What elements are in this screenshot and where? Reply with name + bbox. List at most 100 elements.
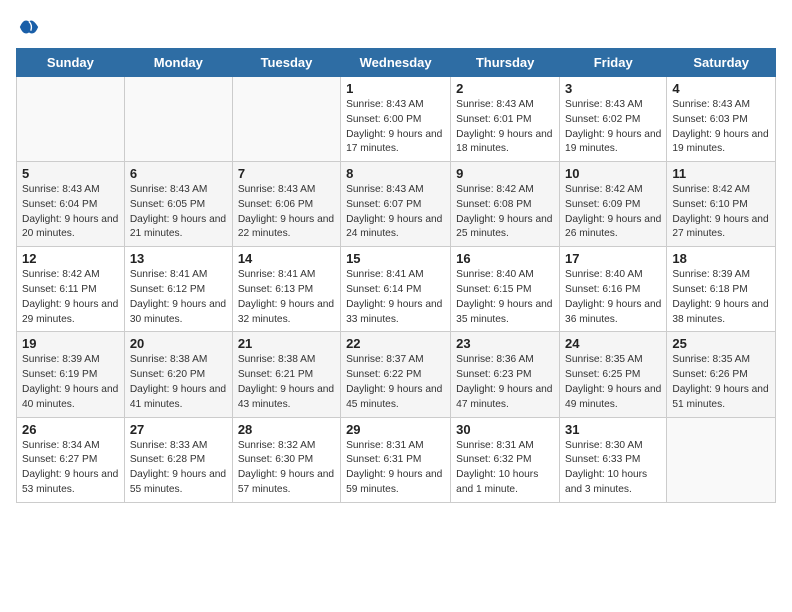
day-detail: Sunrise: 8:41 AM Sunset: 6:13 PM Dayligh… (238, 268, 335, 327)
calendar-cell: 17 Sunrise: 8:40 AM Sunset: 6:16 PM Dayli… (560, 247, 667, 332)
weekday-header-saturday: Saturday (667, 49, 776, 77)
day-detail: Sunrise: 8:41 AM Sunset: 6:12 PM Dayligh… (130, 268, 227, 327)
day-number: 25 (672, 336, 770, 351)
day-detail: Sunrise: 8:32 AM Sunset: 6:30 PM Dayligh… (238, 439, 335, 498)
calendar-cell: 18 Sunrise: 8:39 AM Sunset: 6:18 PM Dayli… (667, 247, 776, 332)
calendar-cell: 24Sunrise: 8:35 AM Sunset: 6:25 PM Dayli… (560, 332, 667, 417)
week-row-4: 19 Sunrise: 8:39 AM Sunset: 6:19 PM Dayli… (17, 332, 776, 417)
day-detail: Sunrise: 8:42 AM Sunset: 6:08 PM Dayligh… (456, 183, 554, 242)
day-detail: Sunrise: 8:40 AM Sunset: 6:16 PM Dayligh… (565, 268, 661, 327)
day-detail: Sunrise: 8:42 AM Sunset: 6:10 PM Dayligh… (672, 183, 770, 242)
day-number: 7 (238, 166, 335, 181)
day-detail: Sunrise: 8:39 AM Sunset: 6:19 PM Dayligh… (22, 353, 119, 412)
calendar-cell: 23Sunrise: 8:36 AM Sunset: 6:23 PM Dayli… (451, 332, 560, 417)
day-detail: Sunrise: 8:31 AM Sunset: 6:32 PM Dayligh… (456, 439, 554, 498)
day-detail: Sunrise: 8:41 AM Sunset: 6:14 PM Dayligh… (346, 268, 445, 327)
week-row-1: 1 Sunrise: 8:43 AM Sunset: 6:00 PM Daylig… (17, 77, 776, 162)
day-detail: Sunrise: 8:30 AM Sunset: 6:33 PM Dayligh… (565, 439, 661, 498)
day-number: 3 (565, 81, 661, 96)
calendar-cell: 2 Sunrise: 8:43 AM Sunset: 6:01 PM Daylig… (451, 77, 560, 162)
calendar-cell: 11 Sunrise: 8:42 AM Sunset: 6:10 PM Dayli… (667, 162, 776, 247)
day-number: 18 (672, 251, 770, 266)
day-number: 29 (346, 422, 445, 437)
calendar-cell: 8 Sunrise: 8:43 AM Sunset: 6:07 PM Daylig… (341, 162, 451, 247)
day-detail: Sunrise: 8:36 AM Sunset: 6:23 PM Dayligh… (456, 353, 554, 412)
calendar-cell: 5 Sunrise: 8:43 AM Sunset: 6:04 PM Daylig… (17, 162, 125, 247)
day-detail: Sunrise: 8:39 AM Sunset: 6:18 PM Dayligh… (672, 268, 770, 327)
calendar-cell: 19 Sunrise: 8:39 AM Sunset: 6:19 PM Dayli… (17, 332, 125, 417)
day-detail: Sunrise: 8:33 AM Sunset: 6:28 PM Dayligh… (130, 439, 227, 498)
calendar-cell: 28 Sunrise: 8:32 AM Sunset: 6:30 PM Dayli… (232, 417, 340, 502)
day-number: 22 (346, 336, 445, 351)
day-detail: Sunrise: 8:43 AM Sunset: 6:07 PM Dayligh… (346, 183, 445, 242)
day-number: 10 (565, 166, 661, 181)
week-row-2: 5 Sunrise: 8:43 AM Sunset: 6:04 PM Daylig… (17, 162, 776, 247)
calendar-cell (232, 77, 340, 162)
calendar-body: 1 Sunrise: 8:43 AM Sunset: 6:00 PM Daylig… (17, 77, 776, 503)
calendar-cell: 3 Sunrise: 8:43 AM Sunset: 6:02 PM Daylig… (560, 77, 667, 162)
day-detail: Sunrise: 8:43 AM Sunset: 6:02 PM Dayligh… (565, 98, 661, 157)
header (16, 16, 776, 38)
week-row-3: 12 Sunrise: 8:42 AM Sunset: 6:11 PM Dayli… (17, 247, 776, 332)
calendar-cell: 9Sunrise: 8:42 AM Sunset: 6:08 PM Daylig… (451, 162, 560, 247)
calendar-cell: 6 Sunrise: 8:43 AM Sunset: 6:05 PM Daylig… (124, 162, 232, 247)
calendar-cell: 7 Sunrise: 8:43 AM Sunset: 6:06 PM Daylig… (232, 162, 340, 247)
weekday-header-wednesday: Wednesday (341, 49, 451, 77)
day-detail: Sunrise: 8:37 AM Sunset: 6:22 PM Dayligh… (346, 353, 445, 412)
calendar-cell: 25 Sunrise: 8:35 AM Sunset: 6:26 PM Dayli… (667, 332, 776, 417)
day-number: 31 (565, 422, 661, 437)
page-container: SundayMondayTuesdayWednesdayThursdayFrid… (0, 0, 792, 511)
day-detail: Sunrise: 8:35 AM Sunset: 6:26 PM Dayligh… (672, 353, 770, 412)
day-detail: Sunrise: 8:43 AM Sunset: 6:04 PM Dayligh… (22, 183, 119, 242)
day-number: 12 (22, 251, 119, 266)
calendar-cell: 15 Sunrise: 8:41 AM Sunset: 6:14 PM Dayli… (341, 247, 451, 332)
week-row-5: 26 Sunrise: 8:34 AM Sunset: 6:27 PM Dayli… (17, 417, 776, 502)
day-number: 11 (672, 166, 770, 181)
day-number: 4 (672, 81, 770, 96)
day-number: 30 (456, 422, 554, 437)
day-number: 26 (22, 422, 119, 437)
calendar-cell: 16Sunrise: 8:40 AM Sunset: 6:15 PM Dayli… (451, 247, 560, 332)
calendar-cell: 30 Sunrise: 8:31 AM Sunset: 6:32 PM Dayli… (451, 417, 560, 502)
day-number: 28 (238, 422, 335, 437)
calendar-cell (17, 77, 125, 162)
day-detail: Sunrise: 8:43 AM Sunset: 6:05 PM Dayligh… (130, 183, 227, 242)
day-detail: Sunrise: 8:38 AM Sunset: 6:20 PM Dayligh… (130, 353, 227, 412)
weekday-header-row: SundayMondayTuesdayWednesdayThursdayFrid… (17, 49, 776, 77)
calendar-cell: 4Sunrise: 8:43 AM Sunset: 6:03 PM Daylig… (667, 77, 776, 162)
day-detail: Sunrise: 8:43 AM Sunset: 6:01 PM Dayligh… (456, 98, 554, 157)
day-number: 19 (22, 336, 119, 351)
calendar-cell: 14Sunrise: 8:41 AM Sunset: 6:13 PM Dayli… (232, 247, 340, 332)
day-detail: Sunrise: 8:43 AM Sunset: 6:00 PM Dayligh… (346, 98, 445, 157)
calendar-cell: 1 Sunrise: 8:43 AM Sunset: 6:00 PM Daylig… (341, 77, 451, 162)
day-number: 15 (346, 251, 445, 266)
day-detail: Sunrise: 8:34 AM Sunset: 6:27 PM Dayligh… (22, 439, 119, 498)
day-number: 2 (456, 81, 554, 96)
calendar-cell: 21Sunrise: 8:38 AM Sunset: 6:21 PM Dayli… (232, 332, 340, 417)
calendar-cell: 20 Sunrise: 8:38 AM Sunset: 6:20 PM Dayli… (124, 332, 232, 417)
calendar-cell: 27 Sunrise: 8:33 AM Sunset: 6:28 PM Dayli… (124, 417, 232, 502)
calendar-cell: 31 Sunrise: 8:30 AM Sunset: 6:33 PM Dayli… (560, 417, 667, 502)
day-number: 1 (346, 81, 445, 96)
day-number: 17 (565, 251, 661, 266)
day-number: 6 (130, 166, 227, 181)
weekday-header-tuesday: Tuesday (232, 49, 340, 77)
day-detail: Sunrise: 8:42 AM Sunset: 6:11 PM Dayligh… (22, 268, 119, 327)
weekday-header-sunday: Sunday (17, 49, 125, 77)
weekday-header-friday: Friday (560, 49, 667, 77)
calendar-cell: 26 Sunrise: 8:34 AM Sunset: 6:27 PM Dayli… (17, 417, 125, 502)
day-number: 27 (130, 422, 227, 437)
day-number: 20 (130, 336, 227, 351)
logo-icon (18, 16, 40, 38)
calendar-table: SundayMondayTuesdayWednesdayThursdayFrid… (16, 48, 776, 503)
weekday-header-monday: Monday (124, 49, 232, 77)
calendar-cell: 10 Sunrise: 8:42 AM Sunset: 6:09 PM Dayli… (560, 162, 667, 247)
day-number: 21 (238, 336, 335, 351)
day-number: 16 (456, 251, 554, 266)
calendar-cell (667, 417, 776, 502)
day-number: 8 (346, 166, 445, 181)
day-detail: Sunrise: 8:43 AM Sunset: 6:06 PM Dayligh… (238, 183, 335, 242)
day-number: 5 (22, 166, 119, 181)
calendar-cell: 29Sunrise: 8:31 AM Sunset: 6:31 PM Dayli… (341, 417, 451, 502)
day-detail: Sunrise: 8:42 AM Sunset: 6:09 PM Dayligh… (565, 183, 661, 242)
